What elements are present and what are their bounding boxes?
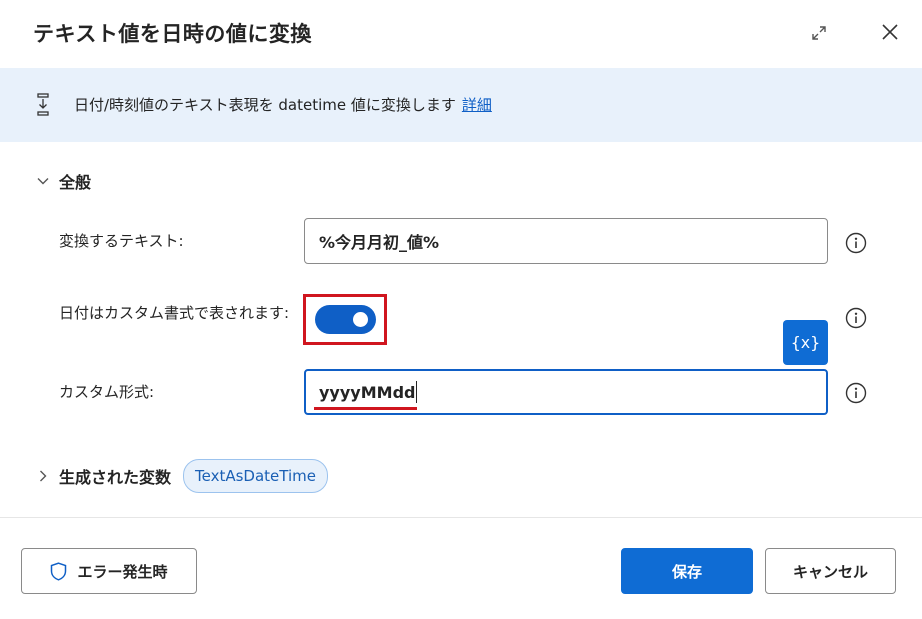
action-icon (37, 93, 49, 116)
general-section-label: 全般 (59, 173, 92, 192)
text-caret (416, 381, 418, 403)
custom-format-label: カスタム形式: (59, 383, 155, 401)
variable-chip[interactable]: TextAsDateTime (183, 459, 328, 493)
chevron-down-icon (37, 178, 49, 185)
info-icon[interactable] (845, 382, 867, 404)
footer-divider (0, 517, 922, 518)
general-section-header[interactable]: 全般 (36, 169, 91, 193)
info-icon[interactable] (845, 307, 867, 329)
custom-format-toggle[interactable] (315, 305, 376, 334)
generated-variables-label: 生成された変数 (59, 468, 172, 487)
variable-picker-button[interactable]: {x} (783, 320, 828, 365)
red-underline-annotation (314, 407, 417, 410)
chevron-right-icon (40, 470, 47, 482)
save-button[interactable]: 保存 (621, 548, 753, 594)
banner-text: 日付/時刻値のテキスト表現を datetime 値に変換します (74, 96, 456, 114)
banner-description: 日付/時刻値のテキスト表現を datetime 値に変換します 詳細 (74, 94, 492, 115)
dialog: テキスト値を日時の値に変換 日付/時刻値のテキスト表現を datetime 値に… (0, 0, 922, 619)
text-to-convert-value: %今月月初_値% (319, 233, 440, 252)
generated-variables-section[interactable]: 生成された変数 TextAsDateTime (36, 459, 328, 493)
custom-format-toggle-label: 日付はカスタム書式で表されます: (59, 304, 290, 322)
cancel-button[interactable]: キャンセル (765, 548, 896, 594)
text-to-convert-input[interactable]: %今月月初_値% (304, 218, 828, 264)
on-error-label: エラー発生時 (77, 562, 168, 581)
close-icon[interactable] (880, 22, 900, 42)
on-error-button[interactable]: エラー発生時 (21, 548, 197, 594)
expand-icon[interactable] (810, 24, 828, 42)
info-icon[interactable] (845, 232, 867, 254)
details-link[interactable]: 詳細 (462, 96, 492, 114)
toggle-knob (353, 312, 368, 327)
info-banner: 日付/時刻値のテキスト表現を datetime 値に変換します 詳細 (0, 68, 922, 142)
dialog-title: テキスト値を日時の値に変換 (33, 22, 312, 46)
shield-icon (51, 561, 67, 581)
text-to-convert-label: 変換するテキスト: (59, 232, 184, 250)
custom-format-value: yyyyMMdd (319, 382, 416, 402)
